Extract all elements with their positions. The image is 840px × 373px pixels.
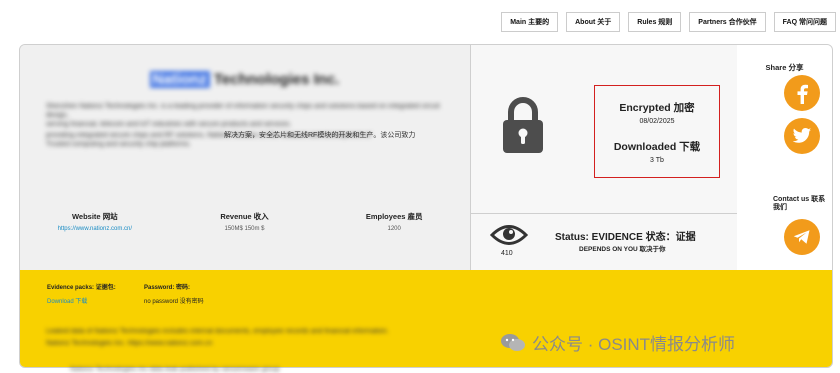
description-line: Shenzhen Nationz Technologies Inc. is a …: [46, 103, 440, 119]
company-stats: Website 网站 https://www.nationz.com.cn/ R…: [20, 211, 469, 232]
description-line: Trusted computing and security chip plat…: [46, 141, 191, 148]
lock-icon: [501, 95, 545, 158]
encrypted-label: Encrypted 加密: [619, 102, 695, 114]
footer-text-line: Leaked data of Nationz Technologies incl…: [46, 328, 389, 335]
view-count: 410: [501, 250, 513, 257]
eye-icon: [489, 222, 529, 253]
company-name-rest: Technologies Inc.: [213, 71, 340, 88]
status-section: 410 Status: EVIDENCE 状态：证据 DEPENDS ON YO…: [471, 214, 737, 270]
facebook-icon[interactable]: [784, 75, 820, 111]
employees-value: 1200: [387, 226, 401, 232]
contact-label: Contact us 联系我们: [773, 196, 826, 211]
watermark: 公众号 · OSINT情报分析师: [500, 330, 735, 355]
description-line: providing integrated secure chips and RF…: [46, 132, 371, 139]
employees-label: Employees 雇员: [365, 212, 423, 221]
evidence-packs-label: Evidence packs: 证据包:: [47, 285, 116, 291]
company-card: Nationz Technologies Inc. Shenzhen Natio…: [19, 44, 833, 368]
nav-main[interactable]: Main 主要的: [501, 12, 559, 32]
stat-employees: Employees 雇员 1200: [319, 211, 469, 232]
nav-about[interactable]: About 关于: [566, 12, 621, 32]
password-label: Password: 密码:: [144, 285, 191, 291]
revenue-value: 150M$ 150m $: [224, 226, 265, 232]
share-label: Share 分享: [765, 63, 804, 72]
downloaded-label: Downloaded 下载: [613, 141, 701, 153]
leak-status-panel: Encrypted 加密 08/02/2025 Downloaded 下载 3 …: [470, 45, 738, 270]
status-label: Status: EVIDENCE 状态：证据: [555, 232, 696, 243]
nav-partners[interactable]: Partners 合作伙伴: [689, 12, 766, 32]
revenue-label: Revenue 收入: [220, 212, 269, 221]
status-sub: DEPENDS ON YOU 取决于你: [579, 246, 666, 253]
company-info-panel: Nationz Technologies Inc. Shenzhen Natio…: [20, 45, 469, 270]
description-line: serving financial, telecom and IoT indus…: [46, 121, 292, 128]
telegram-icon[interactable]: [784, 219, 820, 255]
nav-rules[interactable]: Rules 规则: [628, 12, 682, 32]
bottom-text: Nationz Technologies Inc data leak publi…: [70, 366, 280, 373]
share-panel: Share 分享 Contact us 联系我们: [737, 45, 832, 270]
encryption-section: Encrypted 加密 08/02/2025 Downloaded 下载 3 …: [471, 45, 737, 214]
stat-revenue: Revenue 收入 150M$ 150m $: [170, 211, 320, 232]
twitter-icon[interactable]: [784, 118, 820, 154]
company-name-highlight: Nationz: [149, 71, 210, 88]
wechat-icon: [500, 333, 526, 353]
website-label: Website 网站: [71, 212, 118, 221]
password-value: no password 没有密码: [144, 299, 204, 305]
website-link[interactable]: https://www.nationz.com.cn/: [20, 226, 170, 232]
encryption-box: Encrypted 加密 08/02/2025 Downloaded 下载 3 …: [594, 85, 720, 178]
stat-website: Website 网站 https://www.nationz.com.cn/: [20, 211, 170, 232]
company-description: Shenzhen Nationz Technologies Inc. is a …: [46, 102, 446, 149]
company-title: Nationz Technologies Inc.: [20, 71, 469, 88]
downloaded-size: 3 Tb: [650, 157, 664, 164]
top-nav: Main 主要的 About 关于 Rules 规则 Partners 合作伙伴…: [501, 12, 836, 32]
watermark-text: 公众号 · OSINT情报分析师: [532, 335, 736, 354]
footer-text-line: Nationz Technologies Inc. https://www.na…: [46, 340, 213, 347]
encrypted-date: 08/02/2025: [639, 118, 675, 125]
download-link[interactable]: Download 下载: [47, 296, 87, 305]
nav-faq[interactable]: FAQ 常问问题: [773, 12, 836, 32]
